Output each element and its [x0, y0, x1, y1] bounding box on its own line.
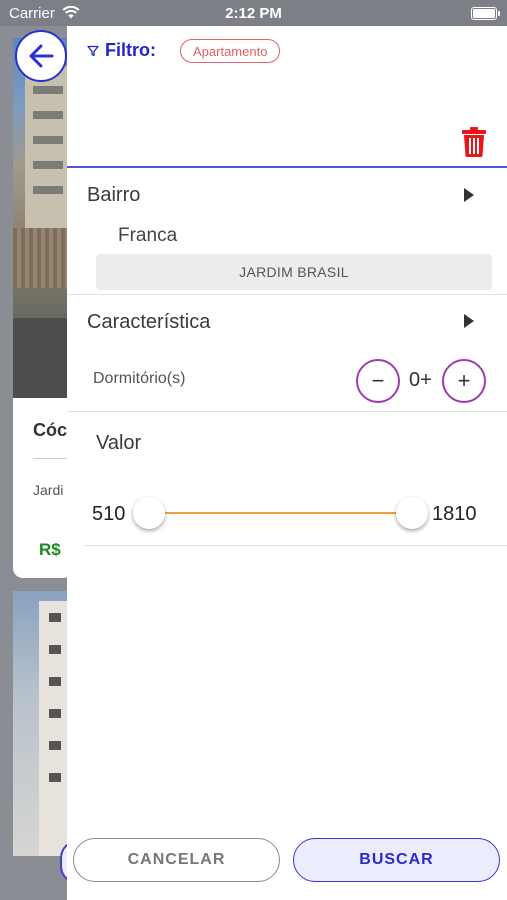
dormitorio-label: Dormitório(s): [93, 370, 186, 387]
divider: [67, 411, 507, 412]
price-min-thumb[interactable]: [133, 497, 165, 529]
property-photo: [13, 38, 73, 408]
search-button[interactable]: BUSCAR: [293, 838, 500, 882]
filter-drawer: Filtro: Apartamento Bairro Franca JARDIM…: [67, 26, 507, 900]
divider: [84, 545, 507, 546]
property-photo: [13, 591, 73, 856]
property-card[interactable]: Cóc Jardi R$: [13, 398, 73, 578]
filter-funnel-icon: [87, 45, 99, 56]
divider: [67, 294, 507, 295]
trash-icon: [462, 127, 486, 157]
dormitorio-increment-button[interactable]: +: [442, 359, 486, 403]
battery-icon: [471, 7, 500, 20]
price-range-track[interactable]: [149, 512, 413, 514]
status-bar: Carrier 2:12 PM: [0, 0, 507, 26]
neighborhood-chip[interactable]: JARDIM BRASIL: [96, 254, 492, 290]
back-button[interactable]: [15, 30, 67, 82]
card-bairro: Jardi: [33, 482, 64, 498]
filter-chip-apartamento[interactable]: Apartamento: [180, 39, 281, 63]
clear-filters-button[interactable]: [461, 126, 487, 158]
dormitorio-value: 0+: [409, 369, 432, 391]
arrow-left-icon: [29, 44, 54, 68]
filter-header: Filtro:: [87, 40, 156, 61]
section-title-valor: Valor: [96, 432, 142, 454]
header-divider: [67, 166, 507, 168]
filter-label: Filtro:: [105, 40, 156, 60]
dormitorio-decrement-button[interactable]: −: [356, 359, 400, 403]
section-title-caracteristica: Característica: [87, 311, 211, 333]
minus-icon: −: [371, 368, 385, 393]
card-code: Cóc: [33, 420, 68, 440]
price-min-value: 510: [92, 503, 126, 525]
plus-icon: +: [457, 368, 471, 393]
cancel-button[interactable]: CANCELAR: [73, 838, 280, 882]
price-max-value: 1810: [432, 503, 477, 525]
expand-caracteristica-icon[interactable]: [464, 314, 474, 328]
clock: 2:12 PM: [225, 5, 282, 22]
expand-bairro-icon[interactable]: [464, 188, 474, 202]
city-name: Franca: [118, 225, 178, 246]
section-title-bairro: Bairro: [87, 184, 141, 206]
card-price: R$: [39, 540, 61, 559]
price-max-thumb[interactable]: [396, 497, 428, 529]
